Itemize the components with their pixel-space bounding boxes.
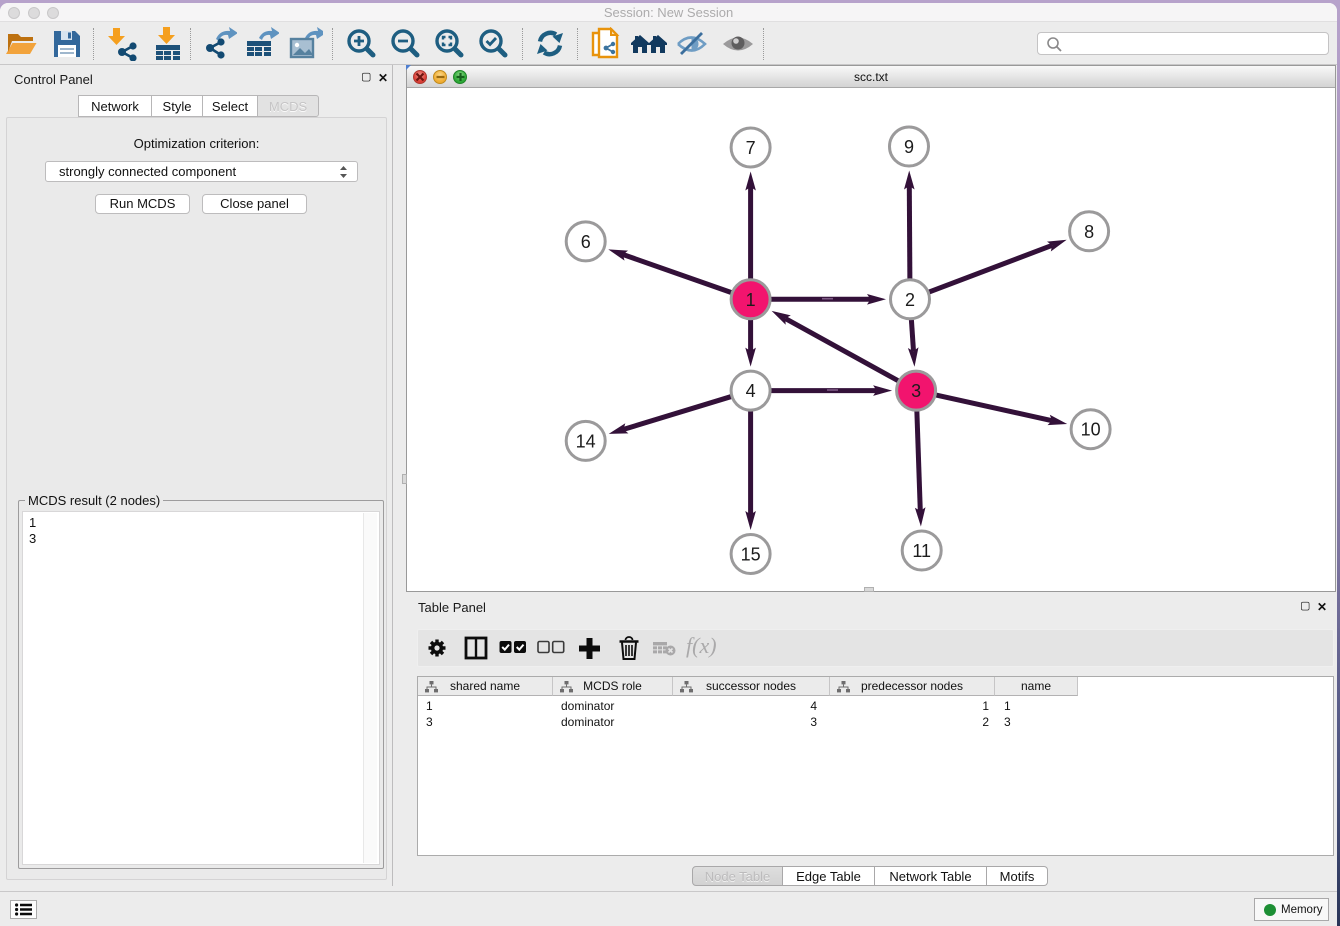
svg-text:8: 8 <box>1084 222 1094 242</box>
svg-text:1: 1 <box>746 290 756 310</box>
svg-text:14: 14 <box>576 431 596 451</box>
svg-text:3: 3 <box>911 381 921 401</box>
svg-text:10: 10 <box>1081 420 1101 440</box>
svg-text:11: 11 <box>912 541 931 561</box>
svg-text:15: 15 <box>741 545 761 565</box>
svg-text:9: 9 <box>904 137 914 157</box>
svg-text:6: 6 <box>581 232 591 252</box>
svg-text:2: 2 <box>905 290 915 310</box>
svg-text:4: 4 <box>746 381 756 401</box>
svg-text:7: 7 <box>746 138 756 158</box>
